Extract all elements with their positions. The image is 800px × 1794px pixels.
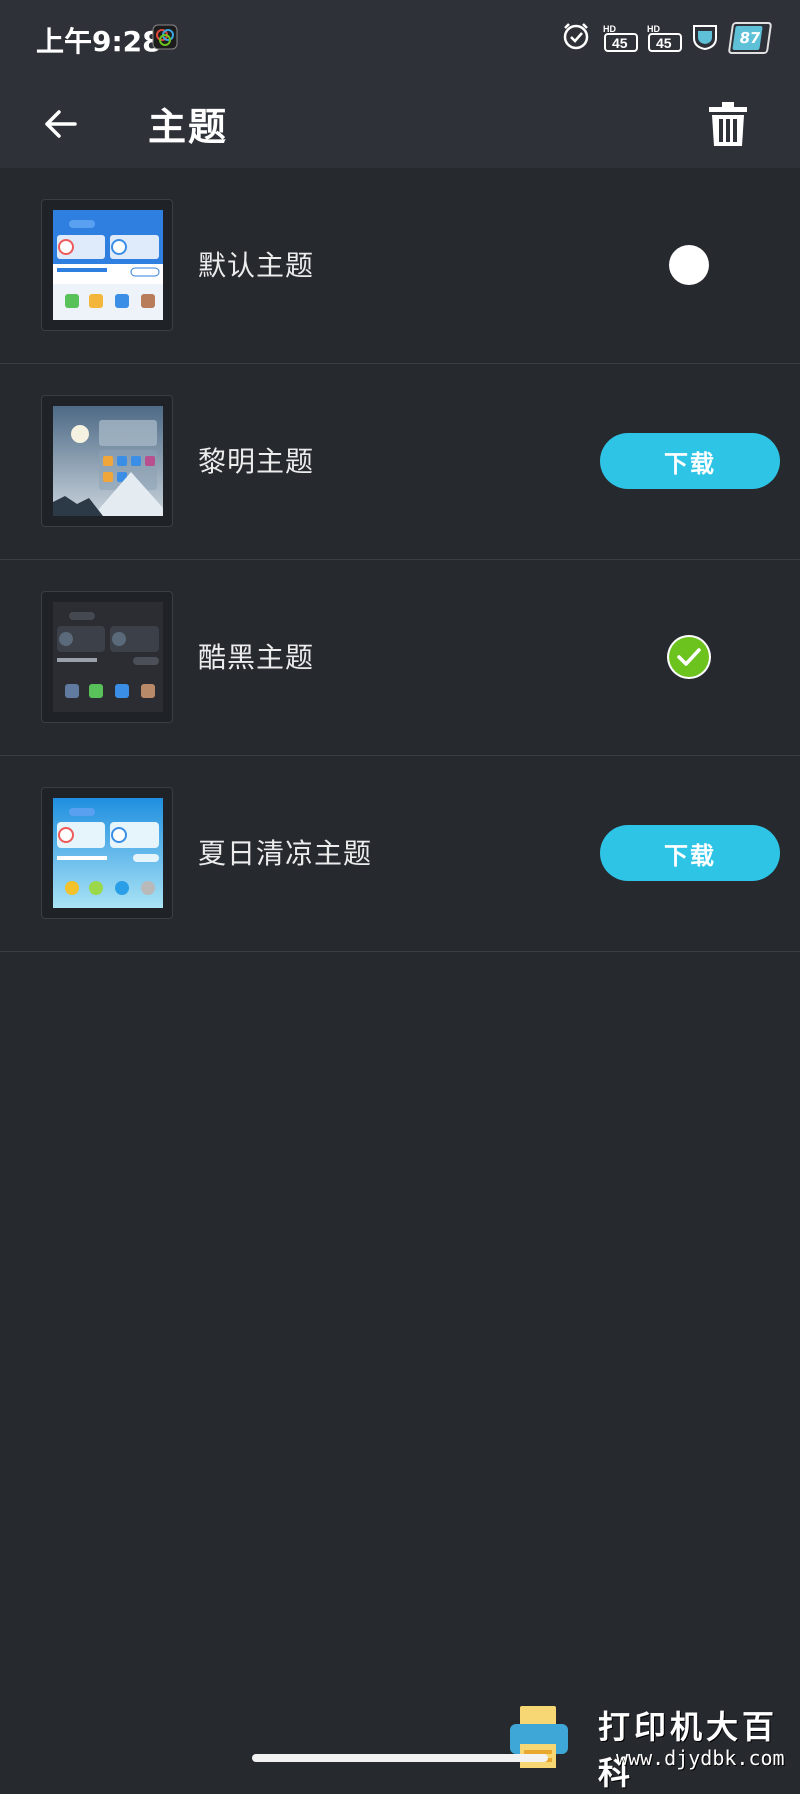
page-title: 主题 — [148, 105, 229, 149]
status-time: 上午9:28 — [36, 25, 162, 58]
watermark: 打印机大百科 www.djydbk.com — [506, 1702, 786, 1792]
theme-row-cool-black[interactable]: 酷黑主题 — [0, 560, 800, 756]
theme-selected-check-icon[interactable] — [669, 637, 709, 677]
battery-icon: 87 — [727, 22, 773, 54]
theme-row-default[interactable]: 默认主题 — [0, 168, 800, 364]
back-button[interactable] — [38, 102, 82, 146]
hd-signal-icon: HD 45 — [602, 23, 638, 53]
theme-row-dawn[interactable]: 黎明主题 下载 — [0, 364, 800, 560]
svg-text:45: 45 — [612, 35, 628, 51]
theme-radio-unselected[interactable] — [669, 245, 709, 285]
home-indicator[interactable] — [252, 1754, 548, 1762]
hd-signal-icon: HD 45 — [646, 23, 682, 53]
theme-thumbnail-default — [41, 199, 173, 331]
status-icons: HD 45 HD 45 87 — [560, 20, 773, 56]
arrow-left-icon — [45, 110, 77, 138]
theme-name: 夏日清凉主题 — [198, 837, 373, 870]
battery-level: 87 — [738, 29, 762, 47]
theme-row-summer-cool[interactable]: 夏日清凉主题 下载 — [0, 756, 800, 952]
svg-text:HD: HD — [647, 24, 660, 34]
download-button[interactable]: 下载 — [600, 433, 780, 489]
download-button[interactable]: 下载 — [600, 825, 780, 881]
theme-thumbnail-cool-black — [41, 591, 173, 723]
watermark-url: www.djydbk.com — [616, 1746, 785, 1770]
alarm-icon — [560, 20, 592, 56]
svg-text:45: 45 — [656, 35, 672, 51]
theme-list: 默认主题 黎明主题 下载 酷黑主题 夏日清凉主题 下载 — [0, 168, 800, 952]
theme-name: 默认主题 — [198, 249, 315, 282]
theme-name: 酷黑主题 — [198, 641, 315, 674]
svg-text:HD: HD — [603, 24, 616, 34]
trash-icon — [709, 102, 747, 146]
app-notification-icon — [152, 24, 178, 54]
shield-app-icon — [690, 21, 720, 55]
theme-thumbnail-dawn — [41, 395, 173, 527]
delete-button[interactable] — [704, 98, 752, 150]
app-bar: 主题 — [0, 80, 800, 168]
theme-thumbnail-summer-cool — [41, 787, 173, 919]
status-bar: 上午9:28 HD 45 HD 45 87 — [0, 0, 800, 80]
theme-name: 黎明主题 — [198, 445, 315, 478]
